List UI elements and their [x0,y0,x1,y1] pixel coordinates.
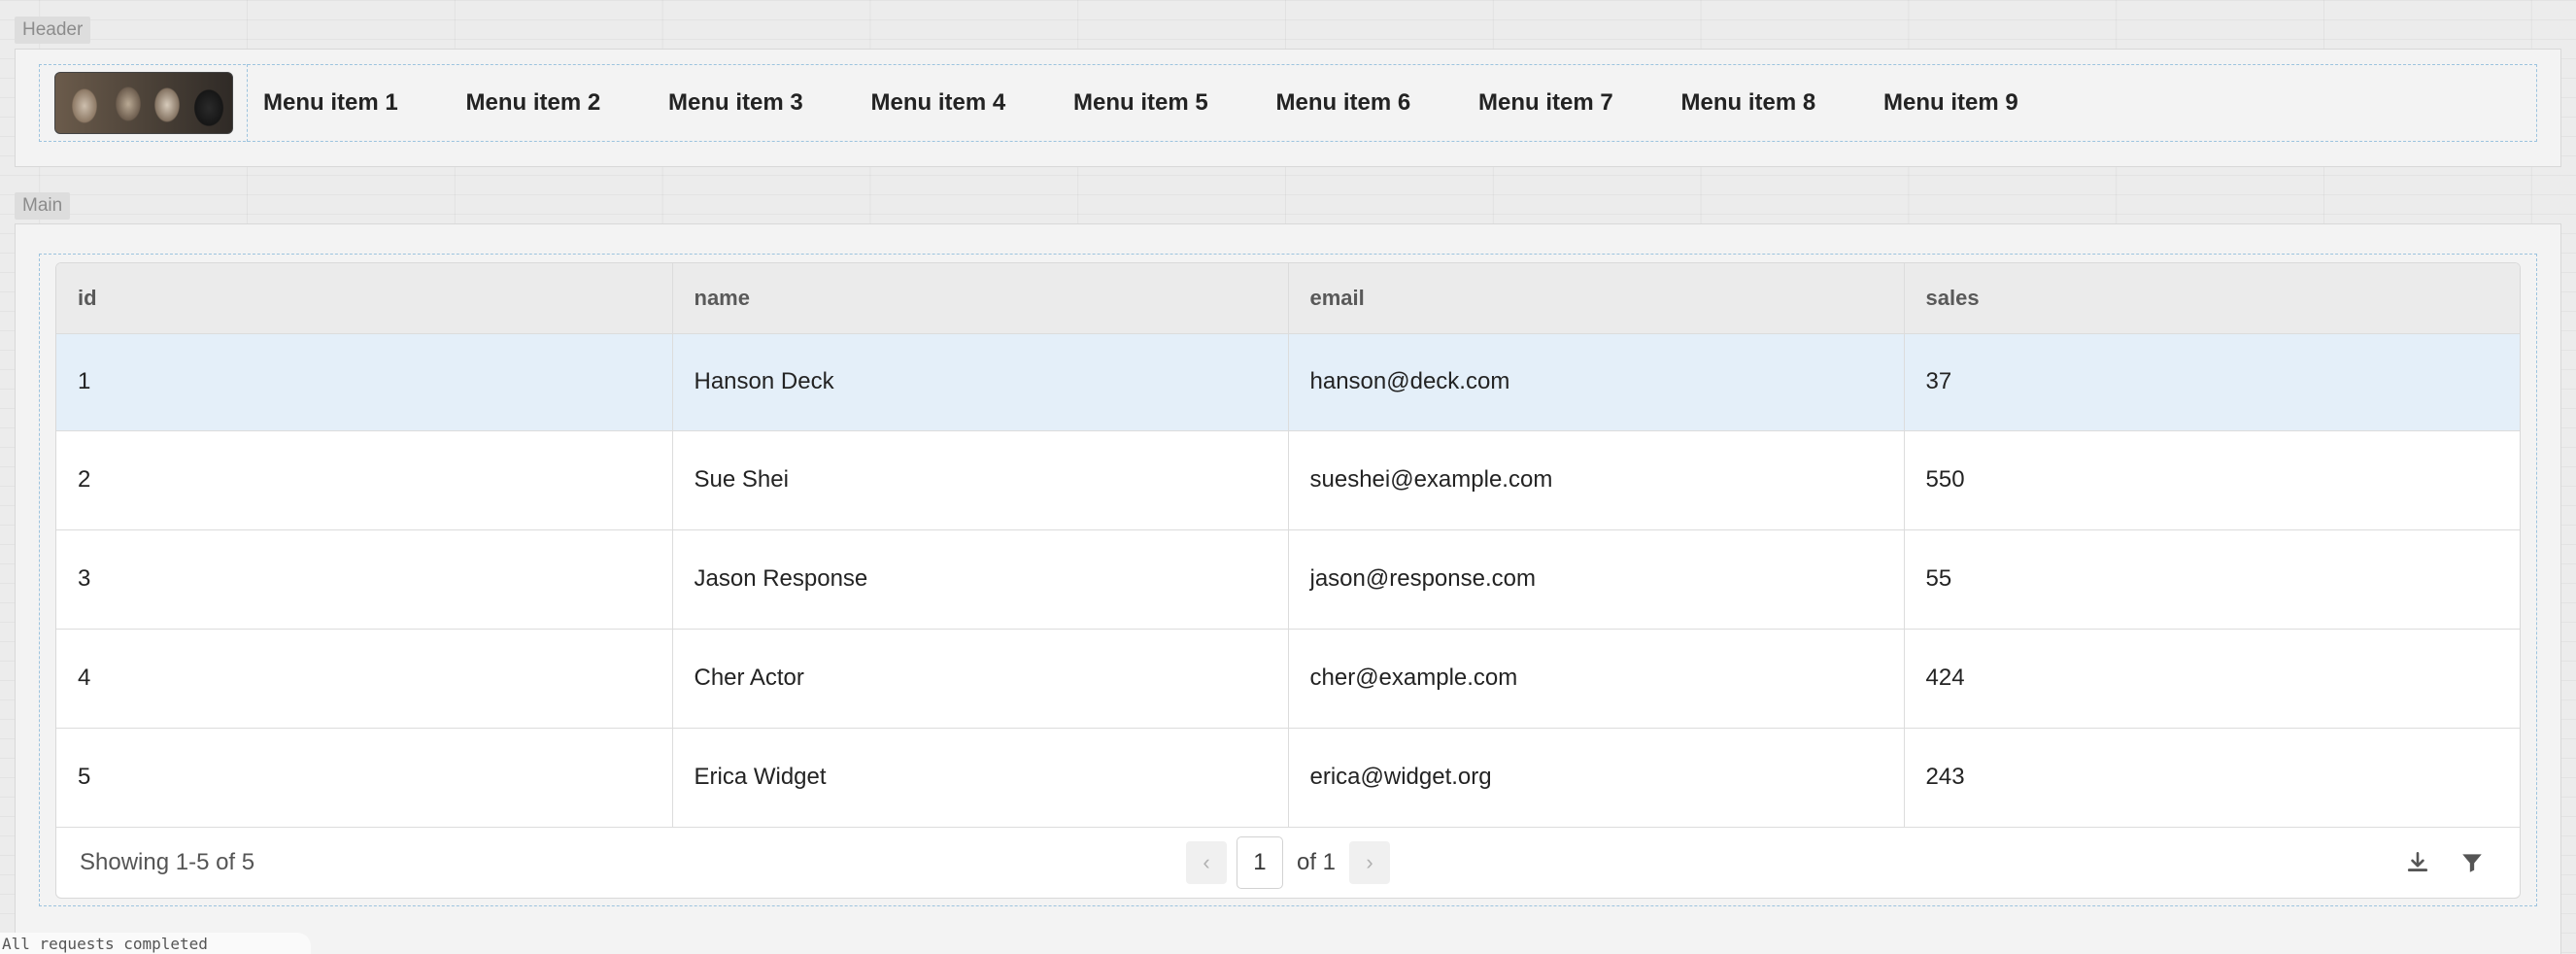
status-tab: All requests completed [0,933,311,954]
main-menu: Menu item 1 Menu item 2 Menu item 3 Menu… [248,89,2071,117]
cell-email: hanson@deck.com [1288,333,1905,431]
cell-email: erica@widget.org [1288,728,1905,828]
next-page-button[interactable]: › [1349,841,1391,884]
cell-sales: 424 [1904,629,2520,729]
cell-id: 2 [56,430,673,530]
page-number-input[interactable]: 1 [1236,836,1283,889]
table-row[interactable]: 3 Jason Response jason@response.com 55 [56,529,2520,630]
table-row[interactable]: 5 Erica Widget erica@widget.org 243 [56,728,2520,828]
main-container: id name email sales 1 Hanson Deck hanson… [39,254,2537,906]
main-panel: id name email sales 1 Hanson Deck hanson… [15,223,2561,954]
cell-email: sueshei@example.com [1288,430,1905,530]
logo-image[interactable] [54,72,233,134]
cell-sales: 243 [1904,728,2520,828]
chevron-right-icon: › [1366,850,1373,874]
table-row[interactable]: 2 Sue Shei sueshei@example.com 550 [56,430,2520,530]
page-total-text: of 1 [1296,849,1337,875]
cell-email: cher@example.com [1288,629,1905,729]
cell-name: Sue Shei [672,430,1289,530]
menu-item-9[interactable]: Menu item 9 [1868,89,2071,117]
download-icon[interactable] [2405,850,2430,875]
data-table: id name email sales 1 Hanson Deck hanson… [56,263,2520,828]
header-container: Menu item 1 Menu item 2 Menu item 3 Menu… [39,64,2537,142]
cell-sales: 55 [1904,529,2520,630]
column-header-id[interactable]: id [56,263,673,334]
table-row[interactable]: 4 Cher Actor cher@example.com 424 [56,629,2520,729]
data-table-card: id name email sales 1 Hanson Deck hanson… [55,262,2521,899]
prev-page-button[interactable]: ‹ [1185,841,1227,884]
column-header-sales[interactable]: sales [1904,263,2520,334]
cell-id: 3 [56,529,673,630]
cell-sales: 37 [1904,333,2520,431]
cell-name: Hanson Deck [672,333,1289,431]
cell-email: jason@response.com [1288,529,1905,630]
header-section-tag: Header [15,17,91,44]
cell-id: 1 [56,333,673,431]
cell-sales: 550 [1904,430,2520,530]
cell-name: Jason Response [672,529,1289,630]
filter-icon[interactable] [2459,850,2485,875]
menu-item-8[interactable]: Menu item 8 [1666,89,1869,117]
menu-item-5[interactable]: Menu item 5 [1058,89,1261,117]
cell-name: Erica Widget [672,728,1289,828]
table-row[interactable]: 1 Hanson Deck hanson@deck.com 37 [56,333,2520,431]
menu-item-1[interactable]: Menu item 1 [248,89,451,117]
main-section-tag: Main [15,192,71,220]
menu-item-2[interactable]: Menu item 2 [451,89,654,117]
chevron-left-icon: ‹ [1203,850,1210,874]
cell-id: 4 [56,629,673,729]
pagination: ‹ 1 of 1 › [1185,836,1391,889]
header-panel: Menu item 1 Menu item 2 Menu item 3 Menu… [15,49,2561,167]
cell-name: Cher Actor [672,629,1289,729]
cell-id: 5 [56,728,673,828]
menu-item-6[interactable]: Menu item 6 [1261,89,1464,117]
menu-item-7[interactable]: Menu item 7 [1463,89,1666,117]
menu-item-4[interactable]: Menu item 4 [856,89,1059,117]
table-header-row: id name email sales [56,263,2520,334]
column-header-name[interactable]: name [672,263,1289,334]
table-tools [2405,850,2485,875]
column-header-email[interactable]: email [1288,263,1905,334]
row-count-text: Showing 1-5 of 5 [80,849,255,875]
menu-item-3[interactable]: Menu item 3 [653,89,856,117]
table-footer: Showing 1-5 of 5 ‹ 1 of 1 › [56,828,2520,898]
